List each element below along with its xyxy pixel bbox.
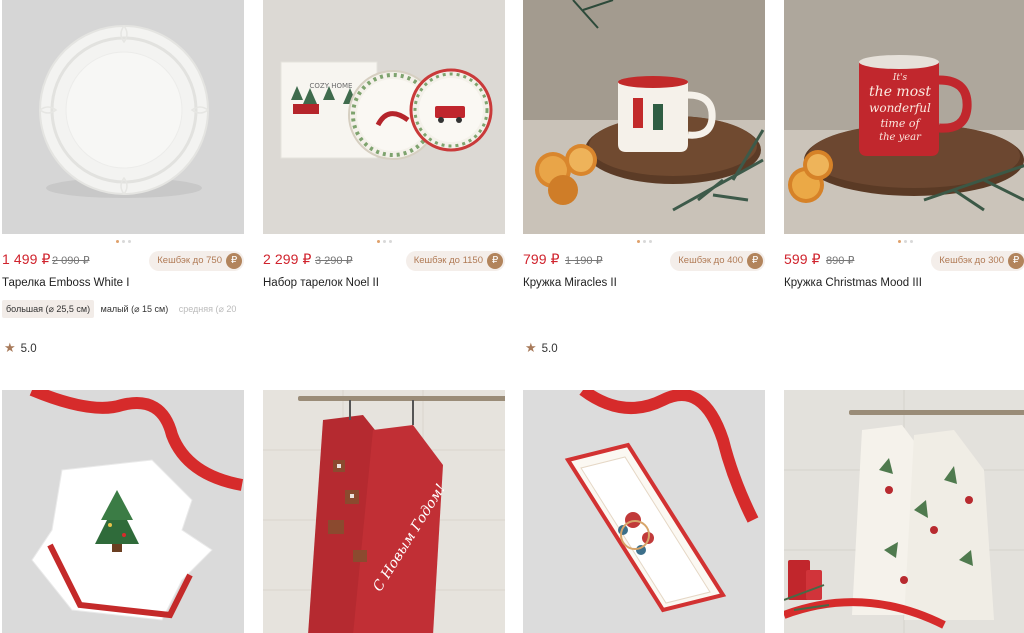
price: 2 299 ₽ <box>263 251 312 267</box>
product-title[interactable]: Кружка Christmas Mood III <box>784 277 922 289</box>
rating: ★ 5.0 <box>4 340 37 356</box>
cashback-badge[interactable]: Кешбэк до 400 ₽ <box>670 251 765 271</box>
mug-text-line: wonderful <box>869 101 931 115</box>
size-option[interactable]: большая (⌀ 25,5 см) <box>2 300 95 318</box>
cashback-label: Кешбэк до 300 <box>939 255 1004 266</box>
image-carousel-dots[interactable] <box>784 240 1024 244</box>
size-option[interactable]: малый (⌀ 15 см) <box>97 300 173 318</box>
cashback-coin-icon: ₽ <box>747 253 763 269</box>
product-image[interactable] <box>784 390 1024 633</box>
price: 799 ₽ <box>523 251 560 267</box>
product-title[interactable]: Набор тарелок Noel II <box>263 277 379 289</box>
product-image[interactable]: С Новым Годом! <box>263 390 505 633</box>
cashback-label: Кешбэк до 400 <box>678 255 743 266</box>
cashback-badge[interactable]: Кешбэк до 750 ₽ <box>149 251 244 271</box>
cashback-coin-icon: ₽ <box>226 253 242 269</box>
cashback-label: Кешбэк до 750 <box>157 255 222 266</box>
mug-text-line: the most <box>869 84 931 100</box>
mug-text-line: the year <box>879 132 922 143</box>
cashback-badge[interactable]: Кешбэк до 300 ₽ <box>931 251 1024 271</box>
image-carousel-dots[interactable] <box>2 240 244 244</box>
image-carousel-dots[interactable] <box>523 240 765 244</box>
old-price: 890 ₽ <box>826 255 855 267</box>
size-option[interactable]: средняя (⌀ 20 <box>175 300 241 318</box>
old-price: 2 090 ₽ <box>52 255 90 267</box>
image-carousel-dots[interactable] <box>263 240 505 244</box>
product-title[interactable]: Тарелка Emboss White I <box>2 277 129 289</box>
star-icon: ★ <box>4 340 16 355</box>
product-image[interactable]: It's the most wonderful time of the year <box>784 0 1024 234</box>
product-image[interactable] <box>523 390 765 633</box>
cashback-badge[interactable]: Кешбэк до 1150 ₽ <box>405 251 505 271</box>
product-title[interactable]: Кружка Miracles II <box>523 277 617 289</box>
mug-text-line: It's <box>892 73 908 83</box>
cashback-coin-icon: ₽ <box>1008 253 1024 269</box>
price: 599 ₽ <box>784 251 821 267</box>
rating-value: 5.0 <box>541 343 558 355</box>
old-price: 1 190 ₽ <box>565 255 603 267</box>
rating-value: 5.0 <box>20 343 37 355</box>
price: 1 499 ₽ <box>2 251 51 267</box>
box-brand-text: COZY HOME <box>310 82 353 90</box>
rating: ★ 5.0 <box>525 340 558 356</box>
size-selector[interactable]: большая (⌀ 25,5 см) малый (⌀ 15 см) сред… <box>2 300 244 318</box>
cashback-label: Кешбэк до 1150 <box>413 255 483 266</box>
old-price: 3 290 ₽ <box>315 255 353 267</box>
product-image[interactable] <box>523 0 765 234</box>
cashback-coin-icon: ₽ <box>487 253 503 269</box>
product-image[interactable] <box>2 390 244 633</box>
star-icon: ★ <box>525 340 537 355</box>
product-image[interactable] <box>2 0 244 234</box>
mug-text-line: time of <box>880 117 921 130</box>
product-image[interactable]: COZY HOME <box>263 0 505 234</box>
